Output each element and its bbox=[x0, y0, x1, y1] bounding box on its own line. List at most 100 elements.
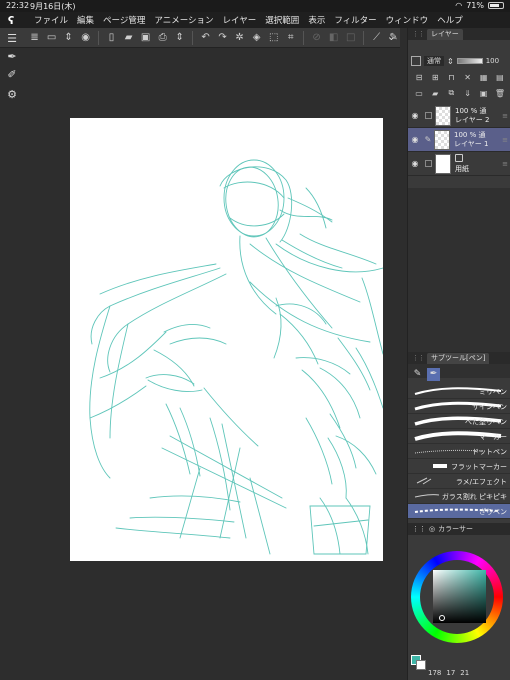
menu-filter[interactable]: フィルター bbox=[334, 14, 376, 26]
mask-icon[interactable]: ▤ bbox=[495, 73, 505, 82]
updown-icon-2[interactable]: ⇕ bbox=[173, 30, 186, 45]
background-color-swatch[interactable] bbox=[416, 660, 426, 670]
brush-item-selected[interactable]: ざりペン bbox=[408, 504, 510, 519]
updown-icon[interactable]: ⇕ bbox=[62, 30, 75, 45]
pencil-group-icon[interactable]: ✎ bbox=[411, 368, 424, 381]
brush-item[interactable]: マーカー bbox=[408, 429, 510, 444]
redo-icon[interactable]: ↷ bbox=[216, 30, 229, 45]
reference-icon[interactable]: ⊞ bbox=[430, 73, 440, 82]
status-right: ◠ 71% bbox=[455, 1, 504, 10]
record-icon[interactable]: ◉ bbox=[79, 30, 92, 45]
eye-icon[interactable]: ◉ bbox=[408, 159, 422, 168]
brush-name: ミリペン bbox=[479, 388, 507, 396]
chevron-down-icon[interactable]: ⌄ bbox=[387, 30, 396, 43]
menu-window[interactable]: ウィンドウ bbox=[386, 14, 429, 26]
layer-checkbox[interactable] bbox=[425, 112, 432, 119]
toolbar-divider bbox=[363, 30, 365, 45]
hamburger-icon[interactable]: ☰ bbox=[0, 28, 24, 48]
subtool-panel-tab[interactable]: サブツール[ペン] bbox=[427, 352, 490, 364]
ruler-icon[interactable]: ⟋ bbox=[370, 30, 383, 45]
save-icon[interactable]: ▣ bbox=[139, 30, 152, 45]
opacity-value[interactable]: 100 bbox=[486, 57, 499, 65]
layer-color-icon[interactable] bbox=[411, 56, 421, 66]
eye-icon[interactable]: ◉ bbox=[408, 111, 422, 120]
layer-thumbnail bbox=[434, 129, 450, 150]
drag-handle-icon[interactable]: ≡ bbox=[502, 112, 508, 120]
trash-icon[interactable]: 🗑 bbox=[495, 89, 505, 98]
layer-panel-tab[interactable]: レイヤー bbox=[427, 28, 463, 40]
color-panel-tab[interactable]: カラーサー bbox=[438, 524, 473, 534]
color-wheel-tab-icon[interactable]: ◎ bbox=[429, 525, 435, 533]
brush-item[interactable]: ミリペン bbox=[408, 384, 510, 399]
menu-edit[interactable]: 編集 bbox=[77, 14, 94, 26]
new-file-icon[interactable]: ▯ bbox=[105, 30, 118, 45]
selection-clear-icon[interactable]: ⊘ bbox=[310, 30, 323, 45]
layer-row[interactable]: ◉ 100 % 通 レイヤー 2 ≡ bbox=[408, 104, 510, 128]
layer-info: 100 % 通 レイヤー 2 bbox=[455, 107, 489, 125]
merge-icon[interactable]: ⇓ bbox=[463, 89, 473, 98]
brush-item[interactable]: ラメ/エフェクト bbox=[408, 474, 510, 489]
pen-settings-icon[interactable]: ✐ bbox=[4, 66, 20, 82]
clip-icon[interactable]: ⊟ bbox=[414, 73, 424, 82]
status-date: 9月16日(木) bbox=[30, 2, 76, 11]
pen-gear-icon[interactable]: ⚙ bbox=[4, 86, 20, 102]
subtool-group-tabs: ✎ ✒ bbox=[408, 367, 510, 381]
duplicate-icon[interactable]: ⧉ bbox=[446, 88, 456, 98]
brush-item[interactable]: ガラス割れ ピキピキ bbox=[408, 489, 510, 504]
new-layer-icon[interactable]: ▭ bbox=[414, 89, 424, 98]
brush-item[interactable]: サインペン bbox=[408, 399, 510, 414]
fill-icon[interactable]: ◈ bbox=[250, 30, 263, 45]
grip-icon[interactable]: ⋮⋮ bbox=[412, 354, 425, 362]
brush-name: フラットマーカー bbox=[451, 463, 507, 471]
menu-animation[interactable]: アニメーション bbox=[154, 14, 213, 26]
undo-icon[interactable]: ↶ bbox=[199, 30, 212, 45]
color-cursor[interactable] bbox=[439, 615, 445, 621]
stack-icon[interactable]: ▭ bbox=[45, 30, 58, 45]
drag-handle-icon[interactable]: ≡ bbox=[502, 160, 508, 168]
color-value-v[interactable]: 21 bbox=[460, 669, 469, 677]
drag-handle-icon[interactable]: ≡ bbox=[502, 136, 508, 144]
alpha-lock-icon[interactable]: ▦ bbox=[479, 73, 489, 82]
menu-selection[interactable]: 選択範囲 bbox=[265, 14, 299, 26]
brush-name: ざりペン bbox=[479, 508, 507, 516]
canvas-area[interactable] bbox=[24, 48, 407, 680]
grip-icon[interactable]: ⋮⋮ bbox=[412, 30, 425, 38]
menu-page[interactable]: ページ管理 bbox=[103, 14, 145, 26]
layer-icon-row-1: ⊟ ⊞ ⊓ ✕ ▦ ▤ bbox=[408, 70, 510, 84]
pen-group-icon[interactable]: ✒ bbox=[427, 367, 440, 381]
crop-icon[interactable]: ⌗ bbox=[284, 30, 297, 45]
updown-icon[interactable]: ⇕ bbox=[447, 57, 454, 66]
paper-layer-row[interactable]: ◉ 用紙 ≡ bbox=[408, 152, 510, 176]
drawing-canvas[interactable] bbox=[70, 118, 383, 561]
menu-view[interactable]: 表示 bbox=[308, 14, 325, 26]
brush-name: ラメ/エフェクト bbox=[455, 478, 507, 486]
brush-item[interactable]: フラットマーカー bbox=[408, 459, 510, 474]
brush-item[interactable]: ドットペン bbox=[408, 444, 510, 459]
brush-item[interactable]: べた塗りペン bbox=[408, 414, 510, 429]
move-icon[interactable]: ▣ bbox=[479, 89, 489, 98]
open-folder-icon[interactable]: ▰ bbox=[122, 30, 135, 45]
lock-icon[interactable]: ⊓ bbox=[446, 73, 456, 82]
selection-invert-icon[interactable]: ◧ bbox=[327, 30, 340, 45]
draft-icon[interactable]: ✕ bbox=[463, 73, 473, 82]
eye-icon[interactable]: ◉ bbox=[408, 135, 422, 144]
layer-row-selected[interactable]: ◉ ✎ 100 % 通 レイヤー 1 ≡ bbox=[408, 128, 510, 152]
menu-help[interactable]: ヘルプ bbox=[437, 14, 463, 26]
new-folder-icon[interactable]: ▰ bbox=[430, 89, 440, 98]
app-logo-icon[interactable]: ʕ bbox=[0, 12, 22, 28]
print-icon[interactable]: ⎙ bbox=[156, 30, 169, 45]
pen-tool-icon[interactable]: ✒ bbox=[4, 48, 20, 64]
transform-icon[interactable]: ⬚ bbox=[267, 30, 280, 45]
list-icon[interactable]: ≣ bbox=[28, 30, 41, 45]
selection-show-icon[interactable]: □ bbox=[344, 30, 357, 45]
color-value-s[interactable]: 17 bbox=[446, 669, 455, 677]
menu-layer[interactable]: レイヤー bbox=[223, 14, 257, 26]
layer-icon-row-2: ▭ ▰ ⧉ ⇓ ▣ 🗑 bbox=[408, 86, 510, 100]
menu-file[interactable]: ファイル bbox=[34, 14, 68, 26]
opacity-slider[interactable] bbox=[456, 58, 483, 64]
clear-icon[interactable]: ✲ bbox=[233, 30, 246, 45]
grip-icon[interactable]: ⋮⋮ bbox=[412, 525, 426, 533]
layer-checkbox[interactable] bbox=[425, 160, 432, 167]
color-value-h[interactable]: 178 bbox=[428, 669, 441, 677]
blend-mode-select[interactable]: 通常 bbox=[424, 56, 444, 66]
